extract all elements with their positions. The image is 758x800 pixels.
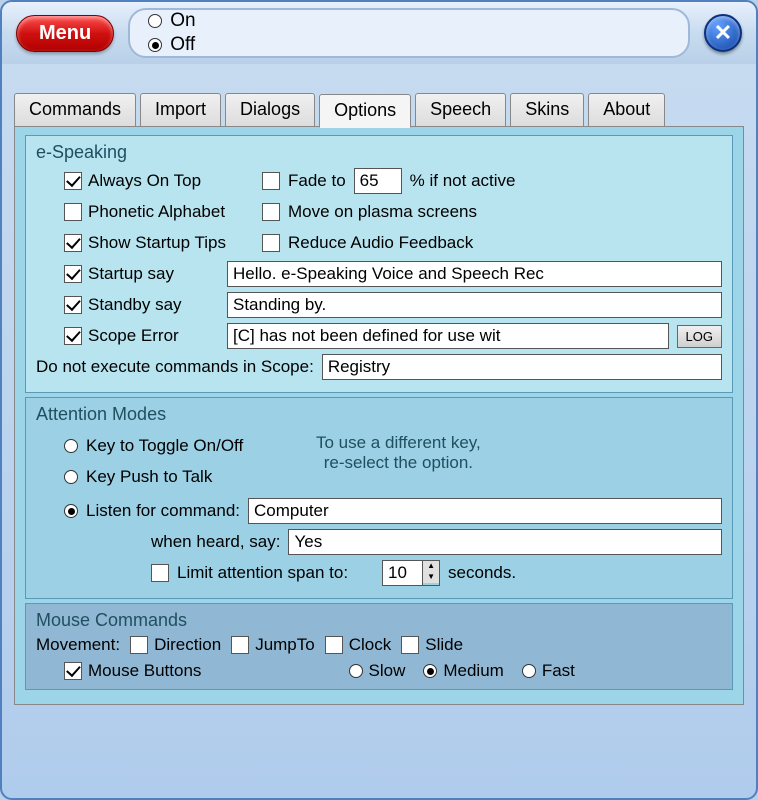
on-label: On [170,10,195,32]
chk-direction[interactable] [130,636,148,654]
tab-about[interactable]: About [588,93,665,127]
tab-skins[interactable]: Skins [510,93,584,127]
chk-startup-say[interactable] [64,265,82,283]
lbl-key-toggle: Key to Toggle On/Off [86,436,243,456]
off-label: Off [170,34,195,56]
lbl-limit-suffix: seconds. [448,563,516,583]
options-panel: Help e-Speaking Always On Top Fade to % … [14,126,744,705]
titlebar: Menu On Off ✕ [2,2,756,64]
lbl-direction: Direction [154,635,221,655]
lbl-speed-slow: Slow [369,661,406,681]
menu-button[interactable]: Menu [16,15,114,52]
input-no-exec-scope[interactable] [322,354,722,380]
radio-key-toggle[interactable] [64,439,78,453]
input-listen-command[interactable] [248,498,722,524]
lbl-slide: Slide [425,635,463,655]
lbl-movement: Movement: [36,635,120,655]
tab-commands[interactable]: Commands [14,93,136,127]
input-when-heard[interactable] [288,529,722,555]
chk-move-plasma[interactable] [262,203,280,221]
lbl-listen-command: Listen for command: [86,501,240,521]
input-fade-value[interactable] [354,168,402,194]
log-button[interactable]: LOG [677,325,722,348]
lbl-reduce-audio: Reduce Audio Feedback [288,233,473,253]
close-icon: ✕ [714,20,732,46]
spinner-limit[interactable]: ▲ ▼ [382,560,440,586]
lbl-startup-say: Startup say [88,264,174,284]
radio-speed-slow[interactable] [349,664,363,678]
input-startup-say[interactable] [227,261,722,287]
chk-mouse-buttons[interactable] [64,662,82,680]
radio-key-push[interactable] [64,470,78,484]
lbl-scope-error: Scope Error [88,326,179,346]
legend-attention: Attention Modes [36,404,722,425]
tab-import[interactable]: Import [140,93,221,127]
legend-espeaking: e-Speaking [36,142,722,163]
lbl-startup-tips: Show Startup Tips [88,233,226,253]
lbl-always-on-top: Always On Top [88,171,201,191]
lbl-no-exec: Do not execute commands in Scope: [36,357,314,377]
content-area: Commands Import Dialogs Options Speech S… [2,64,756,715]
lbl-mouse-buttons: Mouse Buttons [88,661,201,681]
chk-phonetic[interactable] [64,203,82,221]
tab-speech[interactable]: Speech [415,93,506,127]
note-line1: To use a different key, [316,433,481,453]
lbl-clock: Clock [349,635,392,655]
chk-scope-error[interactable] [64,327,82,345]
radio-listen-command[interactable] [64,504,78,518]
app-window: Menu On Off ✕ Commands Import Dialogs Op… [0,0,758,800]
lbl-fade-post: % if not active [410,171,516,191]
chk-reduce-audio[interactable] [262,234,280,252]
group-mouse: Mouse Commands Movement: Direction JumpT… [25,603,733,690]
radio-speed-medium[interactable] [423,664,437,678]
lbl-key-push: Key Push to Talk [86,467,212,487]
radio-on[interactable] [148,14,162,28]
group-espeaking: e-Speaking Always On Top Fade to % if no… [25,135,733,393]
lbl-move-plasma: Move on plasma screens [288,202,477,222]
attention-note: To use a different key, re-select the op… [316,429,481,494]
spinner-down-icon[interactable]: ▼ [423,572,439,583]
chk-startup-tips[interactable] [64,234,82,252]
tab-dialogs[interactable]: Dialogs [225,93,315,127]
chk-limit-attention[interactable] [151,564,169,582]
lbl-speed-fast: Fast [542,661,575,681]
chk-fade-to[interactable] [262,172,280,190]
lbl-jumpto: JumpTo [255,635,315,655]
spinner-up-icon[interactable]: ▲ [423,561,439,572]
tab-options[interactable]: Options [319,94,411,128]
lbl-limit-attention: Limit attention span to: [177,563,348,583]
radio-speed-fast[interactable] [522,664,536,678]
lbl-speed-medium: Medium [443,661,503,681]
chk-always-on-top[interactable] [64,172,82,190]
lbl-standby-say: Standby say [88,295,182,315]
tabbar: Commands Import Dialogs Options Speech S… [14,92,744,126]
input-scope-error[interactable] [227,323,669,349]
chk-slide[interactable] [401,636,419,654]
note-line2: re-select the option. [316,453,481,473]
lbl-phonetic: Phonetic Alphabet [88,202,225,222]
lbl-fade-pre: Fade to [288,171,346,191]
chk-jumpto[interactable] [231,636,249,654]
chk-clock[interactable] [325,636,343,654]
radio-off[interactable] [148,38,162,52]
input-standby-say[interactable] [227,292,722,318]
chk-standby-say[interactable] [64,296,82,314]
onoff-group: On Off [128,8,690,58]
input-limit-value[interactable] [382,560,422,586]
legend-mouse: Mouse Commands [36,610,722,631]
lbl-when-heard: when heard, say: [151,532,280,552]
close-button[interactable]: ✕ [704,14,742,52]
group-attention: Attention Modes Key to Toggle On/Off Key… [25,397,733,599]
